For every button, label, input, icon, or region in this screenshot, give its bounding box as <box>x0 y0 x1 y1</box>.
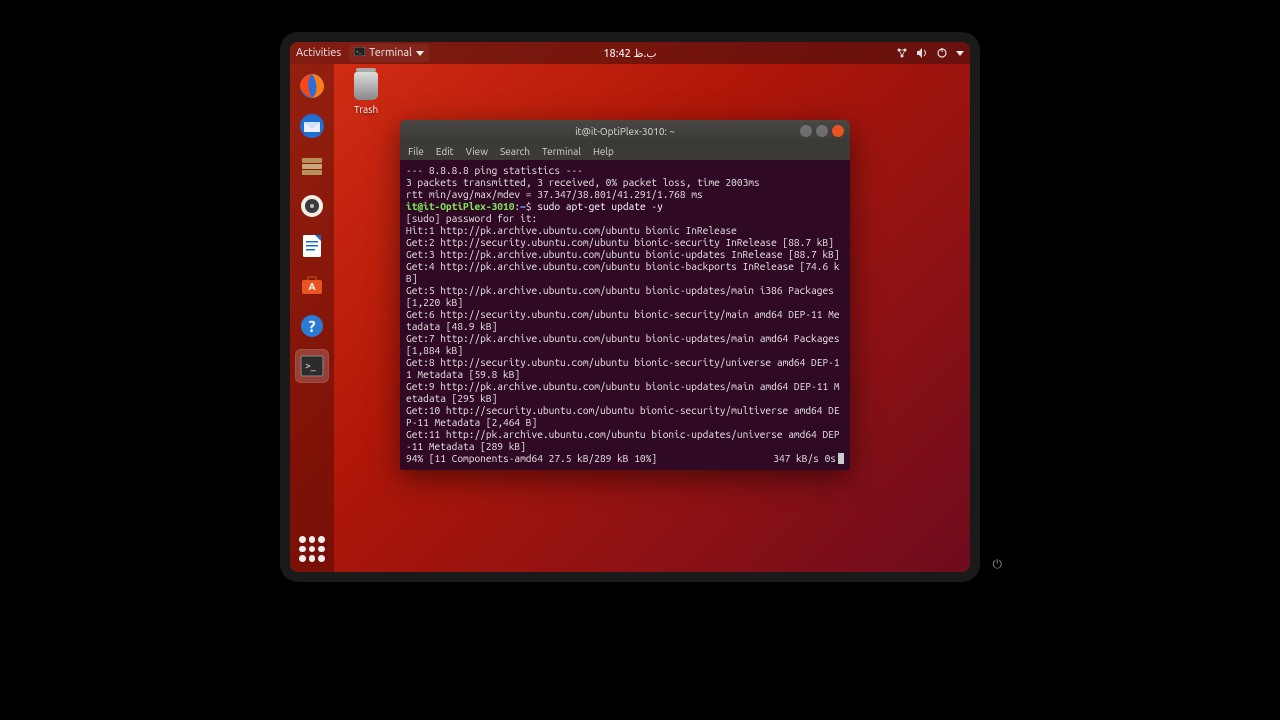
libreoffice-writer-icon[interactable] <box>296 230 328 262</box>
show-applications-button[interactable] <box>299 536 325 562</box>
chevron-down-icon <box>416 51 424 56</box>
menu-view[interactable]: View <box>466 146 488 157</box>
svg-text:A: A <box>308 281 315 292</box>
window-titlebar[interactable]: it@it-OptiPlex-3010: ~ <box>400 120 850 142</box>
status-area[interactable] <box>896 47 964 59</box>
rhythmbox-icon[interactable] <box>296 190 328 222</box>
trash-icon <box>354 72 378 100</box>
window-title: it@it-OptiPlex-3010: ~ <box>575 126 675 137</box>
terminal-small-icon: >_ <box>354 47 365 59</box>
gnome-topbar: Activities >_ Terminal 18:42 ب.ظ <box>290 42 970 64</box>
help-icon[interactable]: ? <box>296 310 328 342</box>
menu-help[interactable]: Help <box>593 146 614 157</box>
monitor-bezel: Activities >_ Terminal 18:42 ب.ظ <box>280 32 980 582</box>
terminal-content[interactable]: --- 8.8.8.8 ping statistics --- 3 packet… <box>400 160 850 470</box>
network-icon <box>896 47 908 59</box>
terminal-window[interactable]: it@it-OptiPlex-3010: ~ File Edit View Se… <box>400 120 850 470</box>
chevron-down-icon <box>956 51 964 56</box>
menu-terminal[interactable]: Terminal <box>542 146 581 157</box>
terminal-icon[interactable]: >_ <box>296 350 328 382</box>
app-menu[interactable]: >_ Terminal <box>349 44 429 62</box>
files-icon[interactable] <box>296 150 328 182</box>
thunderbird-icon[interactable] <box>296 110 328 142</box>
ubuntu-software-icon[interactable]: A <box>296 270 328 302</box>
desktop-screen: Activities >_ Terminal 18:42 ب.ظ <box>290 42 970 572</box>
app-menu-label: Terminal <box>369 47 412 59</box>
monitor-power-icon: ⏻ <box>993 558 1003 572</box>
trash-label: Trash <box>354 104 378 115</box>
svg-text:>_: >_ <box>305 360 316 371</box>
ubuntu-dock: A ? >_ <box>290 64 334 572</box>
svg-text:>_: >_ <box>356 48 362 54</box>
menu-file[interactable]: File <box>408 146 424 157</box>
terminal-menubar: File Edit View Search Terminal Help <box>400 142 850 160</box>
maximize-button[interactable] <box>816 125 828 137</box>
power-icon <box>936 47 948 59</box>
activities-button[interactable]: Activities <box>296 47 341 59</box>
trash-desktop-icon[interactable]: Trash <box>354 72 378 115</box>
volume-icon <box>916 47 928 59</box>
firefox-icon[interactable] <box>296 70 328 102</box>
clock[interactable]: 18:42 ب.ظ <box>603 47 656 60</box>
menu-edit[interactable]: Edit <box>436 146 454 157</box>
minimize-button[interactable] <box>800 125 812 137</box>
close-button[interactable] <box>832 125 844 137</box>
svg-text:?: ? <box>308 318 315 336</box>
menu-search[interactable]: Search <box>500 146 530 157</box>
